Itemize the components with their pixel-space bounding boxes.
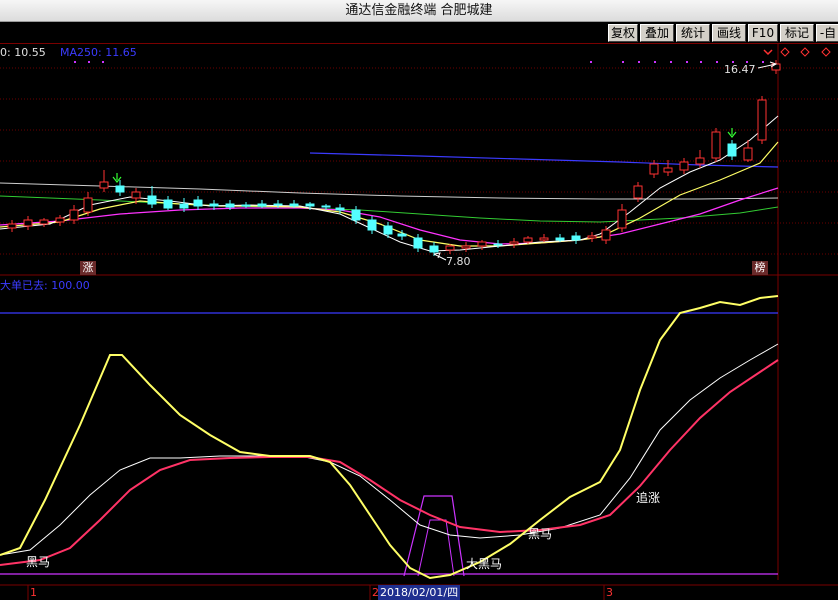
- candle-body: [7, 223, 17, 229]
- candle-body: [587, 235, 597, 239]
- candle-body: [679, 161, 689, 171]
- signal-badge-left[interactable]: 涨: [80, 261, 96, 275]
- candle-body: [305, 203, 315, 207]
- candle-body: [273, 203, 283, 206]
- arrow-down-icon: [112, 128, 737, 183]
- ma-legend-prefix: 0: 10.55: [0, 46, 46, 59]
- candle-body: [289, 203, 299, 207]
- candle-body: [147, 195, 157, 205]
- candle-body: [633, 185, 643, 199]
- candle-body: [727, 143, 737, 157]
- diamond-icon[interactable]: [800, 47, 810, 57]
- candle-body: [367, 219, 377, 231]
- candle-body: [757, 99, 767, 141]
- candle-body: [711, 131, 721, 159]
- candle-body: [257, 203, 267, 207]
- diamond-icon[interactable]: [780, 47, 790, 57]
- diamond-icon[interactable]: [821, 47, 831, 57]
- osc-yellow-line: [0, 295, 779, 580]
- candle-body: [461, 245, 471, 249]
- signal-bar-inner: [417, 519, 455, 577]
- annotation-black-horse-1: 黑马: [26, 555, 51, 569]
- candle-body: [131, 191, 141, 199]
- candle-body: [413, 237, 423, 249]
- candle-body: [69, 209, 79, 221]
- candle-body: [335, 207, 345, 211]
- ma-long-line: [0, 187, 779, 245]
- indicator-legend: 大单已去: 100.00: [0, 279, 90, 292]
- candle-body: [179, 203, 189, 209]
- chevron-down-icon[interactable]: [763, 49, 773, 56]
- ma250-legend: MA250: 11.65: [60, 46, 137, 59]
- candle-body: [115, 185, 125, 193]
- signal-dots: [74, 61, 764, 63]
- candle-body: [351, 209, 361, 221]
- candle-body: [743, 147, 753, 161]
- kline-chart[interactable]: [0, 0, 838, 600]
- candle-body: [383, 225, 393, 235]
- candle-body: [477, 241, 487, 247]
- candle-body: [523, 237, 533, 243]
- time-marker-3: 3: [606, 586, 613, 599]
- high-price-label: 16.47: [724, 63, 756, 76]
- price-grid: [0, 67, 838, 255]
- candle-body: [649, 163, 659, 175]
- signal-badge-right[interactable]: 榜: [752, 261, 768, 275]
- candle-body: [617, 209, 627, 229]
- candle-body: [163, 199, 173, 209]
- candle-body: [429, 245, 439, 253]
- candle-body: [55, 217, 65, 223]
- candle-body: [225, 203, 235, 208]
- candle-body: [83, 197, 93, 213]
- candle-body: [571, 235, 581, 241]
- low-price-label: 7.80: [446, 255, 471, 268]
- candle-body: [601, 229, 611, 241]
- candle-body: [241, 204, 251, 207]
- osc-red-line: [0, 359, 779, 566]
- candle-body: [663, 167, 673, 173]
- cursor-date-label: 2018/02/01/四: [378, 585, 461, 600]
- annotation-chase-rise: 追涨: [636, 491, 661, 505]
- candle-body: [99, 181, 109, 189]
- time-marker-1: 1: [30, 586, 37, 599]
- candlesticks: [7, 60, 781, 256]
- candle-body: [555, 237, 565, 241]
- candle-body: [445, 245, 455, 251]
- candle-body: [695, 157, 705, 165]
- candle-body: [493, 243, 503, 246]
- annotation-big-black-horse: 大黑马: [466, 557, 503, 571]
- candle-body: [321, 205, 331, 208]
- candle-body: [397, 233, 407, 237]
- candle-body: [539, 237, 549, 241]
- osc-white-line: [0, 343, 779, 556]
- candle-body: [209, 203, 219, 207]
- candle-body: [39, 219, 49, 225]
- annotation-black-horse-2: 黑马: [528, 527, 553, 541]
- candle-body: [193, 199, 203, 207]
- candle-body: [509, 241, 519, 245]
- candle-body: [23, 219, 33, 227]
